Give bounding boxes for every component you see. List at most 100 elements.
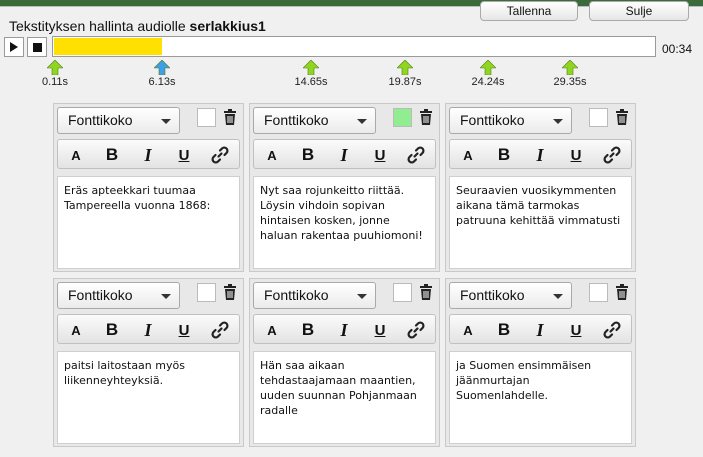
- audio-progress-fill: [54, 38, 162, 55]
- subtitle-card: Fonttikoko A B I U Seuraavien vuosikymmenten …: [445, 103, 636, 272]
- color-swatch[interactable]: [393, 108, 412, 127]
- subtitle-card: Fonttikoko A B I Upaitsi laitostaan myös lii…: [53, 278, 244, 447]
- trash-icon: [616, 284, 628, 300]
- cue-marker-time: 14.65s: [294, 76, 328, 88]
- delete-button[interactable]: [220, 282, 240, 302]
- subtitle-card: Fonttikoko A B I U Eräs apteekkari tuumaa Tam…: [53, 103, 244, 272]
- italic-button[interactable]: I: [527, 319, 553, 341]
- link-button[interactable]: [599, 144, 625, 166]
- format-toolbar: ABIU: [253, 314, 436, 344]
- font-size-button[interactable]: A: [259, 144, 285, 166]
- arrow-up-icon: [47, 60, 63, 75]
- delete-button[interactable]: [416, 282, 436, 302]
- cue-marker-time: 19.87s: [388, 76, 422, 88]
- link-button[interactable]: [599, 319, 625, 341]
- close-button[interactable]: Sulje: [589, 1, 689, 21]
- cue-marker[interactable]: 24.24s: [463, 60, 513, 88]
- cue-marker[interactable]: 14.65s: [286, 60, 336, 88]
- italic-button[interactable]: I: [135, 319, 161, 341]
- font-size-button[interactable]: A: [63, 144, 89, 166]
- format-toolbar: ABIU: [57, 139, 240, 169]
- trash-icon: [616, 109, 628, 125]
- color-swatch[interactable]: [589, 108, 608, 127]
- cue-marker[interactable]: 0.11s: [30, 60, 80, 88]
- arrow-up-icon: [397, 60, 413, 75]
- font-size-button[interactable]: A: [259, 319, 285, 341]
- color-swatch[interactable]: [197, 283, 216, 302]
- font-size-select-label: Fonttikoko: [68, 287, 133, 303]
- underline-button[interactable]: U: [171, 319, 197, 341]
- font-size-select-label: Fonttikoko: [264, 287, 329, 303]
- italic-button[interactable]: I: [331, 319, 357, 341]
- title-prefix: Tekstityksen hallinta audiolle: [9, 18, 186, 34]
- bold-button[interactable]: B: [491, 144, 517, 166]
- delete-button[interactable]: [416, 107, 436, 127]
- font-size-select[interactable]: Fonttikoko: [253, 282, 376, 309]
- font-size-select[interactable]: Fonttikoko: [253, 107, 376, 134]
- color-swatch[interactable]: [589, 283, 608, 302]
- play-button[interactable]: [4, 37, 24, 57]
- font-size-button[interactable]: A: [455, 144, 481, 166]
- cue-marker[interactable]: 6.13s: [137, 60, 187, 88]
- link-icon: [603, 146, 621, 164]
- underline-button[interactable]: U: [171, 144, 197, 166]
- delete-button[interactable]: [612, 107, 632, 127]
- arrow-up-icon: [480, 60, 496, 75]
- stop-button[interactable]: [27, 37, 47, 57]
- cue-marker-time: 0.11s: [41, 76, 69, 88]
- format-toolbar: ABIU: [449, 139, 632, 169]
- font-size-select[interactable]: Fonttikoko: [449, 107, 572, 134]
- italic-button[interactable]: I: [527, 144, 553, 166]
- bold-button[interactable]: B: [295, 144, 321, 166]
- color-swatch[interactable]: [197, 108, 216, 127]
- trash-icon: [420, 284, 432, 300]
- audio-progress-bar[interactable]: [52, 36, 656, 57]
- cue-marker-time: 6.13s: [148, 76, 176, 88]
- cue-marker[interactable]: 29.35s: [545, 60, 595, 88]
- subtitle-text-area[interactable]: Nyt saa rojunkeitto riittää. Löysin vihd…: [253, 176, 436, 269]
- font-size-select[interactable]: Fonttikoko: [57, 282, 180, 309]
- color-swatch[interactable]: [393, 283, 412, 302]
- bold-button[interactable]: B: [99, 319, 125, 341]
- delete-button[interactable]: [612, 282, 632, 302]
- format-toolbar: ABIU: [253, 139, 436, 169]
- underline-button[interactable]: U: [563, 144, 589, 166]
- save-button[interactable]: Tallenna: [480, 1, 578, 21]
- italic-button[interactable]: I: [135, 144, 161, 166]
- cue-marker-time: 29.35s: [553, 76, 587, 88]
- font-size-select[interactable]: Fonttikoko: [449, 282, 572, 309]
- chevron-down-icon: [553, 294, 563, 299]
- subtitle-text-area[interactable]: ja Suomen ensimmäisen jäänmurtajan Suome…: [449, 351, 632, 444]
- subtitle-text-area[interactable]: Eräs apteekkari tuumaa Tampereella vuonn…: [57, 176, 240, 269]
- subtitle-text-area[interactable]: paitsi laitostaan myös liikenneyhteyksiä…: [57, 351, 240, 444]
- font-size-button[interactable]: A: [63, 319, 89, 341]
- bold-button[interactable]: B: [491, 319, 517, 341]
- delete-button[interactable]: [220, 107, 240, 127]
- chevron-down-icon: [553, 119, 563, 124]
- link-icon: [211, 146, 229, 164]
- dialog-title: Tekstityksen hallinta audiolle serlakkiu…: [9, 18, 266, 34]
- link-button[interactable]: [403, 144, 429, 166]
- trash-icon: [224, 109, 236, 125]
- link-button[interactable]: [207, 144, 233, 166]
- subtitle-card: Fonttikoko A B I U Nyt saa rojunkeitto riittä…: [249, 103, 440, 272]
- link-icon: [407, 321, 425, 339]
- bold-button[interactable]: B: [99, 144, 125, 166]
- font-size-select-label: Fonttikoko: [460, 287, 525, 303]
- underline-button[interactable]: U: [367, 319, 393, 341]
- underline-button[interactable]: U: [367, 144, 393, 166]
- underline-button[interactable]: U: [563, 319, 589, 341]
- link-button[interactable]: [207, 319, 233, 341]
- font-size-select[interactable]: Fonttikoko: [57, 107, 180, 134]
- bold-button[interactable]: B: [295, 319, 321, 341]
- italic-button[interactable]: I: [331, 144, 357, 166]
- subtitle-text-area[interactable]: Seuraavien vuosikymmenten aikana tämä ta…: [449, 176, 632, 269]
- link-icon: [407, 146, 425, 164]
- chevron-down-icon: [357, 119, 367, 124]
- font-size-select-label: Fonttikoko: [264, 112, 329, 128]
- format-toolbar: ABIU: [57, 314, 240, 344]
- cue-marker[interactable]: 19.87s: [380, 60, 430, 88]
- subtitle-text-area[interactable]: Hän saa aikaan tehdastaajamaan maantien,…: [253, 351, 436, 444]
- link-button[interactable]: [403, 319, 429, 341]
- font-size-button[interactable]: A: [455, 319, 481, 341]
